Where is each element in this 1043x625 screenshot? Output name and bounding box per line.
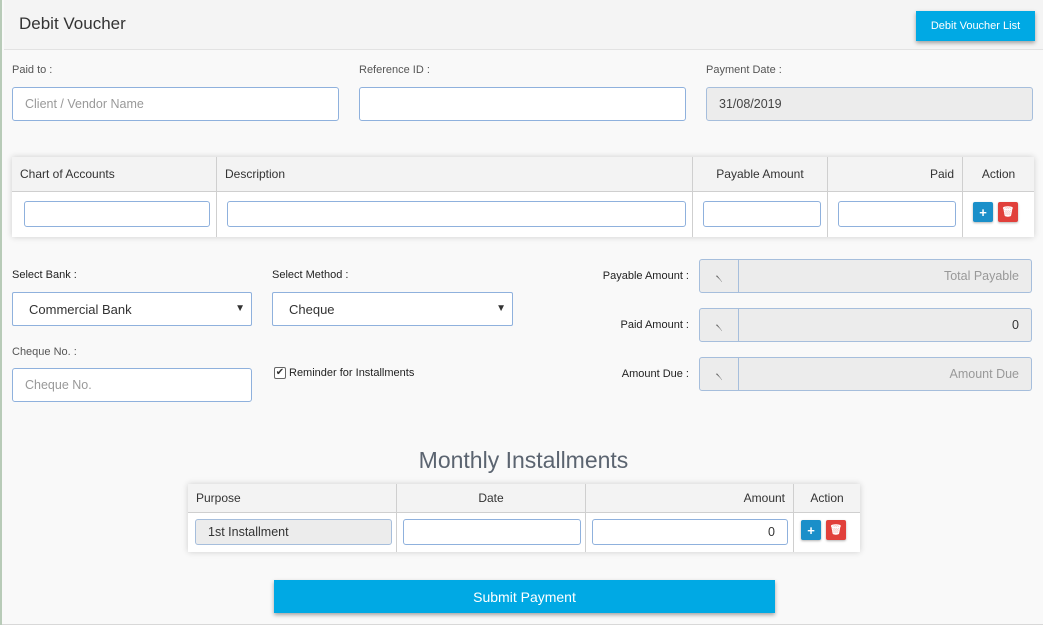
column-header-description: Description [217, 157, 693, 192]
reminder-label: Reminder for Installments [289, 367, 415, 379]
amount-due-field[interactable]: Amount Due [739, 357, 1032, 391]
bank-select[interactable]: Commercial Bank ▼ [12, 292, 252, 326]
amount-due-label: Amount Due : [621, 368, 689, 380]
method-select[interactable]: Cheque ▼ [272, 292, 513, 326]
description-input[interactable] [227, 201, 686, 227]
page-frame: Debit Voucher Debit Voucher List Paid to… [0, 0, 1043, 625]
installments-title: Monthly Installments [418, 447, 629, 473]
select-bank-label: Select Bank : [12, 269, 77, 281]
reminder-checkbox[interactable]: ✔ [274, 367, 286, 379]
purpose-input[interactable]: 1st Installment [195, 519, 392, 545]
column-header-action: Action [794, 484, 860, 513]
cheque-no-label: Cheque No. : [12, 346, 77, 358]
currency-icon: ৲ [699, 308, 739, 342]
paid-amount-label: Paid Amount : [620, 319, 690, 331]
delete-row-icon[interactable]: 🗑 [998, 202, 1018, 222]
installment-amount-input[interactable]: 0 [592, 519, 788, 545]
add-installment-icon[interactable]: + [801, 520, 821, 540]
installment-date-input[interactable] [403, 519, 581, 545]
caret-down-icon: ▼ [496, 303, 506, 314]
page-title: Debit Voucher [19, 14, 126, 33]
payment-date-input[interactable]: 31/08/2019 [706, 87, 1033, 121]
add-row-icon[interactable]: + [973, 202, 993, 222]
paid-to-input[interactable]: Client / Vendor Name [12, 87, 339, 121]
reference-id-input[interactable] [359, 87, 686, 121]
payable-amount-input[interactable] [703, 201, 821, 227]
caret-down-icon: ▼ [235, 303, 245, 314]
column-header-chart-of-accounts: Chart of Accounts [12, 157, 217, 192]
paid-amount-field[interactable]: 0 [739, 308, 1032, 342]
page-header: Debit Voucher Debit Voucher List [4, 0, 1043, 50]
debit-voucher-list-button[interactable]: Debit Voucher List [916, 11, 1035, 41]
cheque-no-input[interactable]: Cheque No. [12, 368, 252, 402]
delete-installment-icon[interactable]: 🗑 [826, 520, 846, 540]
column-header-amount: Amount [586, 484, 794, 513]
currency-icon: ৲ [699, 357, 739, 391]
payable-amount-label: Payable Amount : [602, 270, 689, 282]
column-header-payable-amount: Payable Amount [693, 157, 828, 192]
column-header-date: Date [397, 484, 586, 513]
column-header-paid: Paid [828, 157, 963, 192]
total-payable-field[interactable]: Total Payable [739, 259, 1032, 293]
installments-table: Purpose Date Amount Action 1st Installme… [188, 484, 860, 552]
paid-to-label: Paid to : [12, 64, 53, 76]
chart-of-accounts-input[interactable] [24, 201, 210, 227]
column-header-action: Action [963, 157, 1034, 192]
currency-icon: ৲ [699, 259, 739, 293]
accounts-table: Chart of Accounts Description Payable Am… [12, 157, 1034, 237]
payment-date-label: Payment Date : [706, 64, 782, 76]
submit-payment-button[interactable]: Submit Payment [274, 580, 775, 613]
bank-select-value: Commercial Bank [29, 301, 132, 317]
reference-id-label: Reference ID : [359, 64, 430, 76]
select-method-label: Select Method : [272, 269, 349, 281]
method-select-value: Cheque [289, 301, 335, 317]
paid-input[interactable] [838, 201, 956, 227]
column-header-purpose: Purpose [188, 484, 397, 513]
